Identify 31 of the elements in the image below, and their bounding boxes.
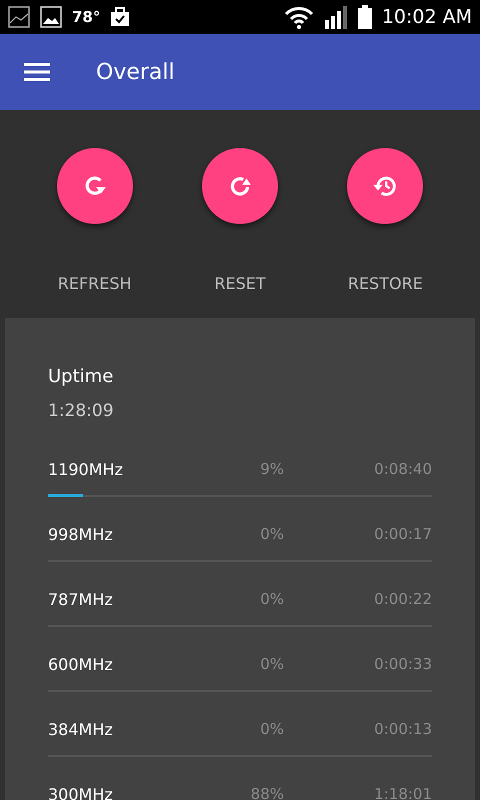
signal-icon xyxy=(324,5,348,29)
time-value: 0:08:40 xyxy=(373,460,432,478)
percent-value: 9% xyxy=(259,460,284,478)
time-value: 0:00:22 xyxy=(373,590,432,608)
frequency-label: 1190MHz xyxy=(48,460,124,478)
temperature: 78° xyxy=(72,8,100,26)
frequency-label: 998MHz xyxy=(48,524,114,544)
time-value: 1:18:01 xyxy=(373,785,432,800)
menu-icon[interactable] xyxy=(24,62,50,82)
percent-value: 0% xyxy=(259,720,284,738)
time-value: 0:00:13 xyxy=(373,720,432,738)
time-value: 0:00:17 xyxy=(373,525,432,543)
uptime-title: Uptime xyxy=(48,366,114,387)
percent-value: 0% xyxy=(259,590,284,608)
action-label: RESET xyxy=(214,274,266,293)
frequency-label: 384MHz xyxy=(48,720,114,738)
time-value: 0:00:33 xyxy=(373,655,432,673)
frequency-label: 787MHz xyxy=(48,590,114,608)
clock: 10:02 AM xyxy=(382,6,472,28)
frequency-label: 600MHz xyxy=(48,654,114,674)
uptime-value: 1:28:09 xyxy=(48,401,115,421)
action-label: REFRESH xyxy=(58,274,132,293)
percent-value: 0% xyxy=(259,525,284,543)
frequency-label: 300MHz xyxy=(48,784,114,800)
percent-value: 0% xyxy=(259,655,284,673)
screen-title: Overall xyxy=(96,60,175,84)
briefcase-check-icon xyxy=(110,7,130,27)
wifi-icon xyxy=(284,5,314,29)
percent-value: 88% xyxy=(250,785,284,800)
battery-icon xyxy=(358,5,372,29)
action-label: RESTORE xyxy=(348,274,423,293)
